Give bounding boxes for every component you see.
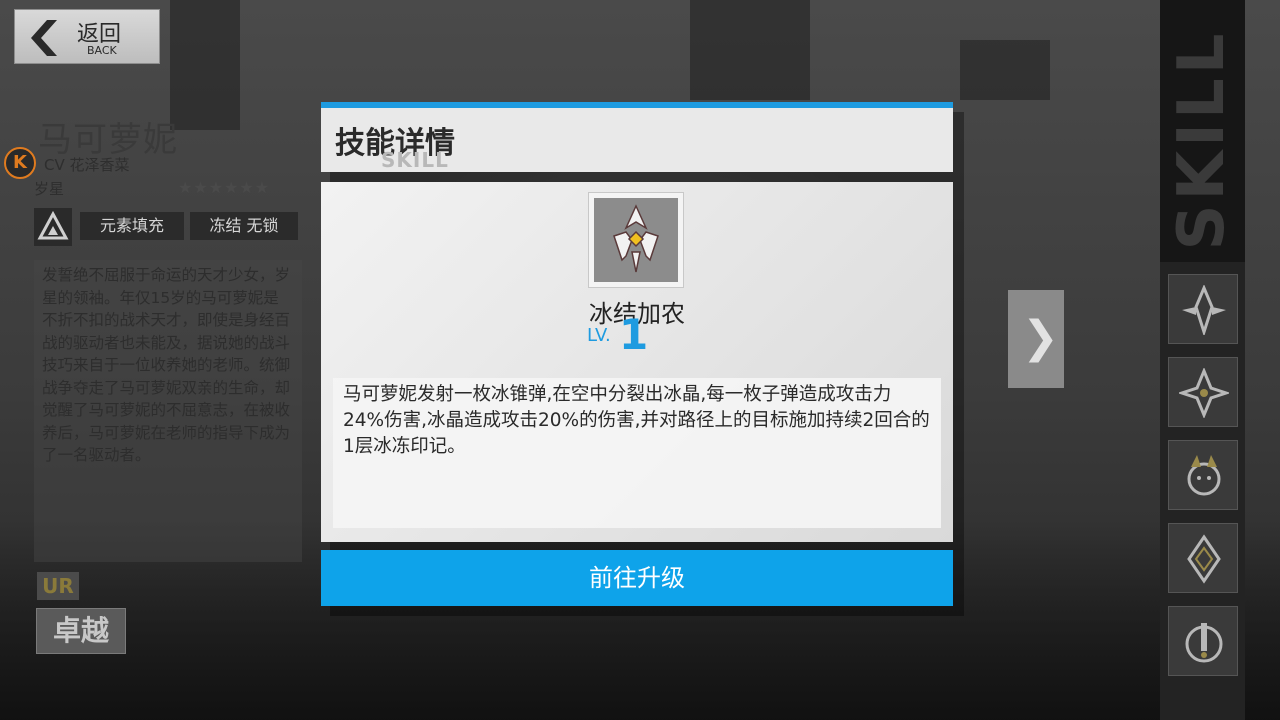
bg-building — [960, 40, 1050, 100]
skill-sidebar-title: SKILL — [1160, 0, 1245, 262]
skill-3-icon — [1187, 455, 1221, 496]
faction-icon: K — [4, 147, 36, 179]
skill-slot-3[interactable] — [1168, 440, 1238, 510]
dialog-header: 技能详情 SKILL — [321, 108, 953, 172]
ice-cannon-skill-icon — [613, 204, 659, 273]
upgrade-button[interactable]: 前往升级 — [321, 550, 953, 606]
next-character-button[interactable]: ❯ — [1008, 290, 1064, 388]
rarity-stars: ★★★★★★ — [178, 178, 271, 197]
skill-level-value: 1 — [619, 310, 649, 359]
element-tag: 元素填充 — [80, 212, 184, 240]
voice-actor: CV 花泽香菜 — [44, 156, 130, 174]
skill-1-icon — [1182, 285, 1226, 335]
faction-name: 岁星 — [34, 180, 65, 198]
dialog-subtitle: SKILL — [381, 148, 449, 172]
skill-description: 马可萝妮发射一枚冰锥弹,在空中分裂出冰晶,每一枚子弹造成攻击力24%伤害,冰晶造… — [333, 378, 941, 528]
skill-4-icon — [1187, 534, 1221, 584]
back-sublabel: BACK — [87, 44, 117, 57]
element-icon — [34, 208, 72, 246]
character-description: 发誓绝不屈服于命运的天才少女，岁星的领袖。年仅15岁的马可萝妮是不折不扣的战术天… — [34, 260, 302, 562]
skill-icon-bg — [594, 198, 678, 282]
skill-detail-dialog: 技能详情 SKILL 冰结加农 LV. 1 马可萝妮发射一枚冰锥弹,在空中分裂出… — [321, 102, 953, 606]
grade-badge: 卓越 — [36, 608, 126, 654]
character-panel: 马可萝妮 K CV 花泽香菜 岁星 ★★★★★★ 元素填充 冻结 无锁 发誓绝不… — [0, 100, 310, 670]
back-button[interactable]: 返回 BACK — [14, 9, 160, 64]
freeze-tag: 冻结 无锁 — [190, 212, 298, 240]
skill-icon-frame — [588, 192, 684, 288]
skill-slot-4[interactable] — [1168, 523, 1238, 593]
skill-slot-2[interactable] — [1168, 357, 1238, 427]
skill-2-icon — [1179, 368, 1229, 418]
skill-slot-5[interactable] — [1168, 606, 1238, 676]
dialog-body: 冰结加农 LV. 1 马可萝妮发射一枚冰锥弹,在空中分裂出冰晶,每一枚子弹造成攻… — [321, 182, 953, 542]
skill-5-icon — [1185, 623, 1223, 663]
rarity-badge: UR — [37, 572, 79, 600]
skill-level-label: LV. — [587, 325, 611, 346]
bg-building — [690, 0, 810, 100]
skill-slot-1[interactable] — [1168, 274, 1238, 344]
chevron-right-icon: ❯ — [1022, 312, 1059, 363]
back-arrow-icon — [31, 20, 57, 56]
